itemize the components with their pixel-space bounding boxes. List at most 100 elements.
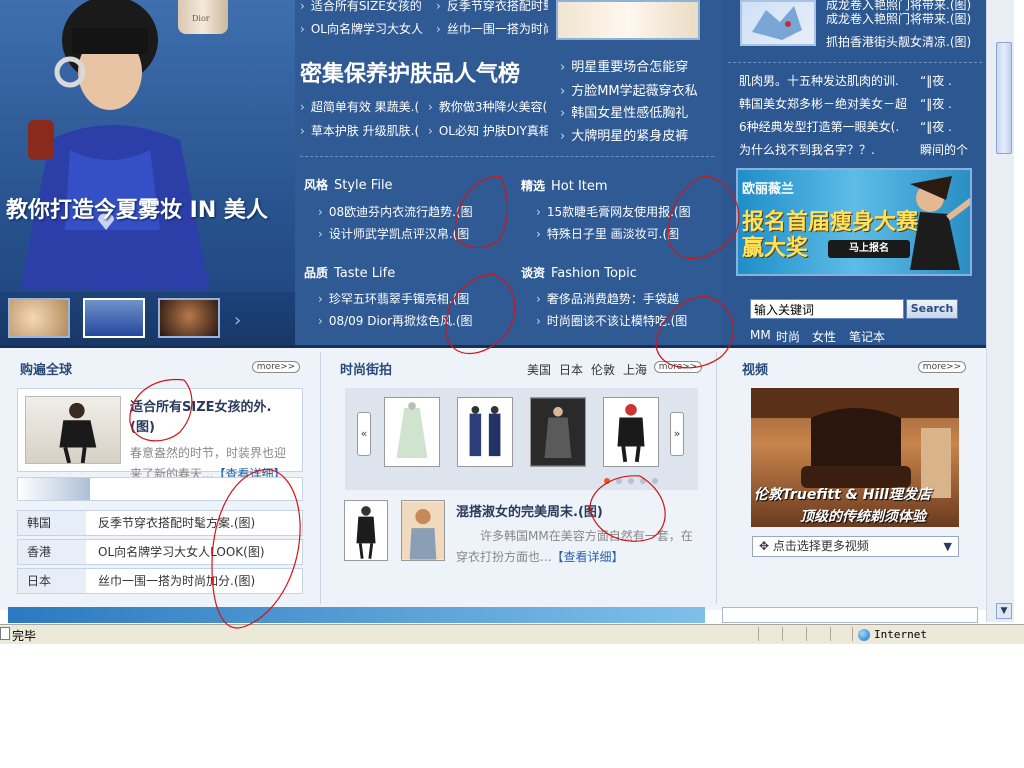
right-list-link[interactable]: 为什么找不到我名字？？. bbox=[739, 141, 909, 158]
top-link-1b[interactable]: › 反季节穿衣搭配时髦 bbox=[436, 0, 548, 14]
global-shopping-title[interactable]: 购遍全球 bbox=[20, 359, 72, 378]
right-list-link[interactable]: 肌肉男。十五种发达肌肉的训. bbox=[739, 72, 909, 89]
ad-signup-button[interactable]: 马上报名 bbox=[828, 240, 910, 258]
page-icon bbox=[0, 627, 10, 640]
dior-label: Dior bbox=[192, 14, 210, 23]
hero-caption[interactable]: 教你打造今夏雾妆 IN 美人 bbox=[6, 192, 268, 224]
section-link[interactable]: › 设计师武学凯点评汉帛.(图 bbox=[318, 225, 484, 242]
mid-link-3[interactable]: › 韩国女星性感低胸礼 bbox=[560, 102, 700, 121]
right-top-link[interactable]: 成龙卷入艳照门将带来.(图) bbox=[826, 10, 976, 27]
chevron-right-icon[interactable]: › bbox=[234, 310, 241, 331]
street-more-button[interactable]: more>> bbox=[654, 361, 702, 373]
region-tab[interactable]: 日本 bbox=[559, 363, 583, 377]
divider bbox=[300, 156, 714, 157]
right-list-link[interactable]: 韩国美女郑多彬－绝对美女－超 bbox=[739, 95, 909, 112]
top-link-2b[interactable]: › 丝巾一围一搭为时尚 bbox=[436, 20, 548, 37]
headline-link-2b[interactable]: › OL必知 护肤DIY真相 bbox=[428, 122, 548, 139]
right-list-link[interactable]: “‖夜 . bbox=[920, 118, 978, 135]
top-link-2a[interactable]: › OL向名牌学习大女人 bbox=[300, 20, 430, 37]
global-more-button[interactable]: more>> bbox=[252, 361, 300, 373]
region-tab[interactable]: 伦敦 bbox=[591, 363, 615, 377]
scrollbar-thumb[interactable] bbox=[996, 42, 1012, 154]
headline-link-1b[interactable]: › 教你做3种降火美容( bbox=[428, 98, 548, 115]
right-list-link[interactable]: 瞬间的个 bbox=[920, 141, 978, 158]
right-list-link[interactable]: “‖夜 . bbox=[920, 72, 978, 89]
section-title-fashion-topic[interactable]: 谈资 Fashion Topic bbox=[521, 264, 637, 281]
headline-link-2a[interactable]: › 草本护肤 升级肌肤.( bbox=[300, 122, 430, 139]
carousel-item[interactable] bbox=[457, 397, 513, 467]
section-link[interactable]: › 奢侈品消费趋势：手袋越 bbox=[536, 290, 702, 307]
bottom-banner[interactable] bbox=[8, 607, 705, 623]
section-link[interactable]: › 时尚圈该不该让模特吃.(图 bbox=[536, 312, 702, 329]
hero-thumb-2[interactable] bbox=[83, 298, 145, 338]
video-more-button[interactable]: more>> bbox=[918, 361, 966, 373]
mid-link-4[interactable]: › 大牌明星的紧身皮裤 bbox=[560, 125, 700, 144]
region-label: 香港 bbox=[18, 540, 86, 564]
hero-thumb-1[interactable] bbox=[8, 298, 70, 338]
section-link[interactable]: › 15款睫毛膏网友使用报.(图 bbox=[536, 203, 702, 220]
security-zone: Internet bbox=[874, 628, 927, 641]
carousel-item[interactable] bbox=[603, 397, 659, 467]
bottom-banner-right[interactable] bbox=[722, 607, 978, 623]
region-link[interactable]: OL向名牌学习大女人LOOK(图) bbox=[98, 540, 265, 564]
mid-link-2[interactable]: › 方脸MM学起薇穿衣私 bbox=[560, 80, 700, 99]
section-title-hot-item[interactable]: 精选 Hot Item bbox=[521, 177, 608, 194]
top-link-1a[interactable]: › 适合所有SIZE女孩的 bbox=[300, 0, 430, 14]
section-title-taste-life[interactable]: 品质 Taste Life bbox=[304, 264, 395, 281]
region-tab[interactable]: 上海 bbox=[623, 363, 647, 377]
headline-link-1a[interactable]: › 超简单有效 果蔬美.( bbox=[300, 98, 430, 115]
status-text: 完毕 bbox=[12, 629, 37, 643]
search-button[interactable]: Search bbox=[906, 299, 958, 319]
tag-link[interactable]: 女性 bbox=[812, 328, 836, 345]
hero-thumb-3[interactable] bbox=[158, 298, 220, 338]
story-title[interactable]: 混搭淑女的完美周末.(图) bbox=[456, 501, 603, 520]
street-snap-title[interactable]: 时尚街拍 bbox=[340, 359, 392, 378]
story-more-link[interactable]: 【查看详细】 bbox=[551, 550, 623, 564]
divider bbox=[852, 627, 853, 641]
section-link[interactable]: › 08/09 Dior再掀炫色风.(图 bbox=[318, 312, 484, 329]
headline[interactable]: 密集保养护肤品人气榜 bbox=[300, 56, 520, 88]
story-thumb[interactable] bbox=[344, 500, 388, 561]
video-select[interactable]: ✥ 点击选择更多视频 ▼ bbox=[752, 536, 959, 557]
tag-link[interactable]: 时尚 bbox=[776, 328, 800, 345]
region-row[interactable]: 日本 丝巾一围一搭为时尚加分.(图) bbox=[17, 568, 303, 594]
right-top-link[interactable]: 抓拍香港街头靓女清凉.(图) bbox=[826, 33, 976, 50]
region-link[interactable]: 丝巾一围一搭为时尚加分.(图) bbox=[98, 569, 255, 593]
video-caption-2: 顶级的传统剃须体验 bbox=[800, 509, 926, 525]
tag-link[interactable]: MM bbox=[750, 328, 771, 342]
carousel-dot[interactable] bbox=[628, 478, 634, 484]
section-link[interactable]: › 珍罕五环翡翠手镯亮相.(图 bbox=[318, 290, 484, 307]
carousel-prev-button[interactable]: « bbox=[357, 412, 371, 456]
carousel-next-button[interactable]: » bbox=[670, 412, 684, 456]
right-list-link[interactable]: 6种经典发型打造第一眼美女(. bbox=[739, 118, 909, 135]
featured-bar-tab bbox=[18, 478, 90, 500]
mid-link-1[interactable]: › 明星重要场合怎能穿 bbox=[560, 56, 700, 75]
carousel-dot[interactable] bbox=[616, 478, 622, 484]
tag-link[interactable]: 笔记本 bbox=[849, 328, 885, 345]
region-link[interactable]: 反季节穿衣搭配时髦方案.(图) bbox=[98, 511, 255, 535]
section-title-style-file[interactable]: 风格 Style File bbox=[304, 176, 393, 193]
divider bbox=[806, 627, 807, 641]
featured-image[interactable] bbox=[25, 396, 121, 464]
map-thumbnail[interactable] bbox=[740, 0, 816, 46]
carousel-item[interactable] bbox=[530, 397, 586, 467]
divider bbox=[758, 627, 759, 641]
right-list-link[interactable]: “‖夜 . bbox=[920, 95, 978, 112]
carousel-dot[interactable] bbox=[640, 478, 646, 484]
carousel-dot[interactable] bbox=[652, 478, 658, 484]
dress-photo[interactable] bbox=[556, 0, 700, 40]
section-link[interactable]: › 特殊日子里 画淡妆可.(图 bbox=[536, 225, 702, 242]
region-row[interactable]: 韩国 反季节穿衣搭配时髦方案.(图) bbox=[17, 510, 303, 536]
search-input[interactable] bbox=[750, 299, 904, 319]
status-bar bbox=[0, 624, 1024, 644]
carousel-dot[interactable] bbox=[604, 478, 610, 484]
featured-title[interactable]: 适合所有SIZE女孩的外.(图) bbox=[130, 398, 295, 438]
region-row[interactable]: 香港 OL向名牌学习大女人LOOK(图) bbox=[17, 539, 303, 565]
video-title[interactable]: 视频 bbox=[742, 359, 768, 378]
section-link[interactable]: › 08欧迪芬内衣流行趋势.(图 bbox=[318, 203, 484, 220]
scroll-down-button[interactable]: ▼ bbox=[996, 603, 1012, 619]
story-thumb[interactable] bbox=[401, 500, 445, 561]
ad-brand: 欧丽薇兰 bbox=[742, 182, 795, 197]
carousel-item[interactable] bbox=[384, 397, 440, 467]
region-tab[interactable]: 美国 bbox=[527, 363, 551, 377]
